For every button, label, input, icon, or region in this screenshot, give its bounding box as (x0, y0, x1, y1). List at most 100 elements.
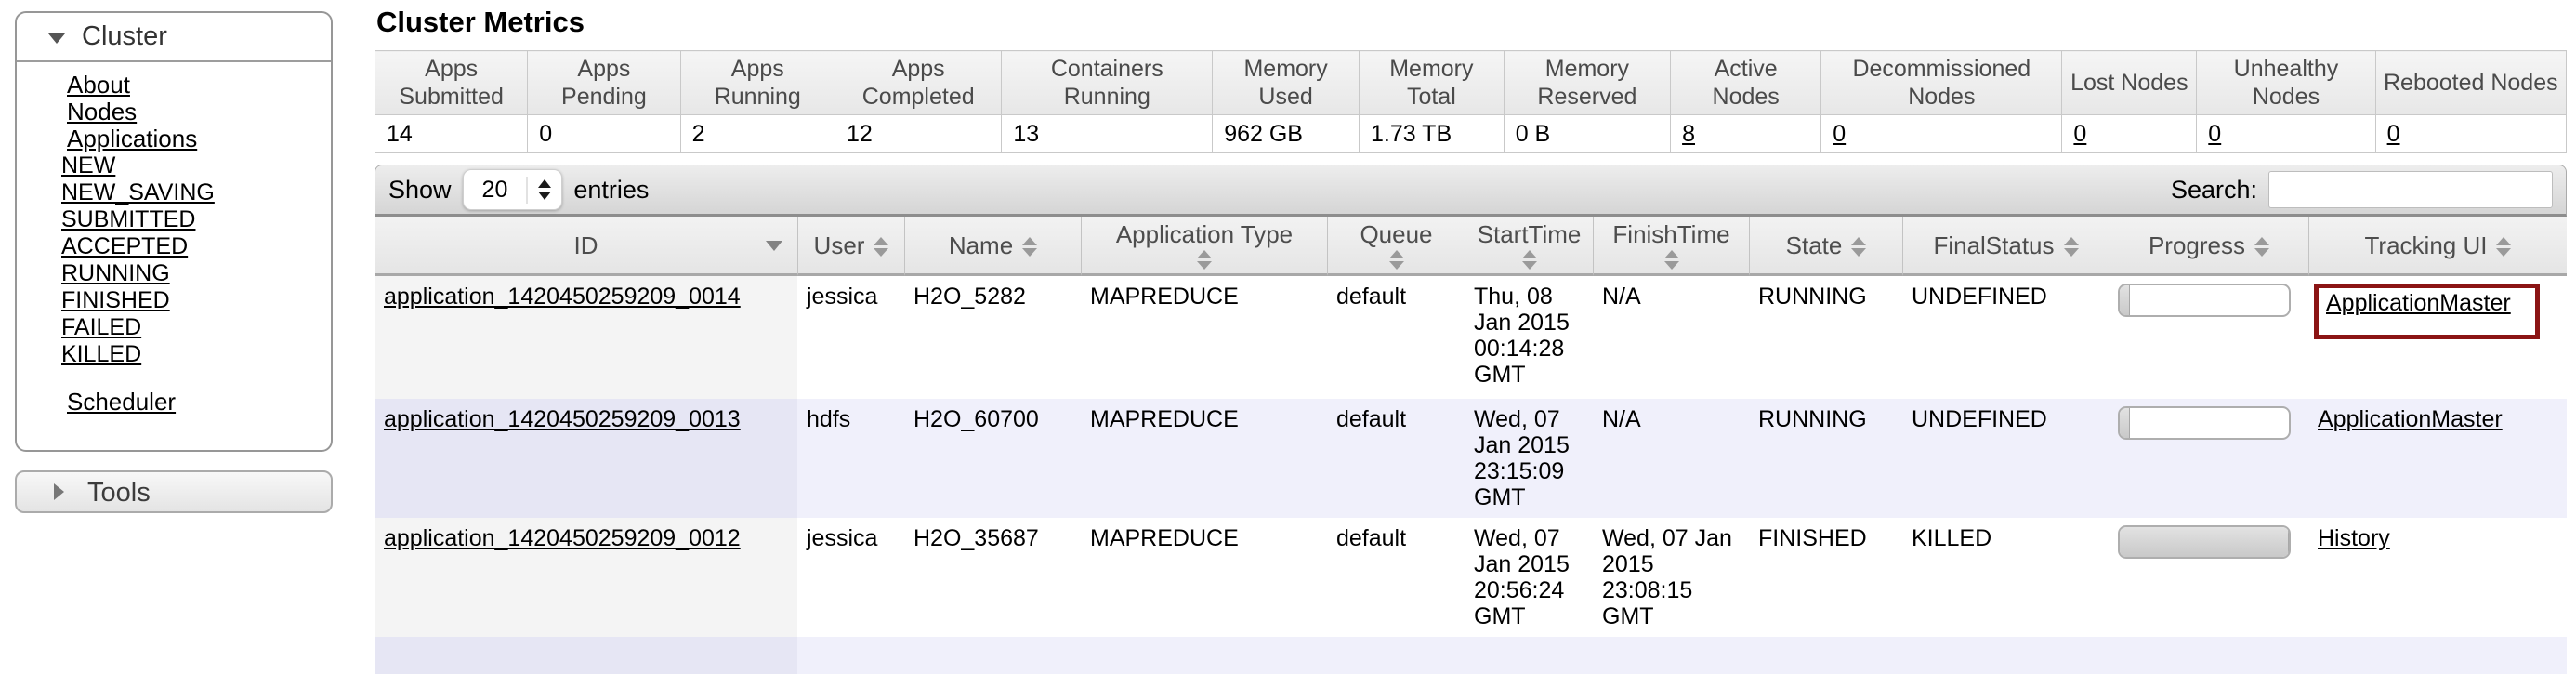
progress-bar (2118, 284, 2291, 317)
page-size-stepper[interactable]: 20 (463, 169, 563, 210)
running-link[interactable]: RUNNING (61, 260, 170, 286)
column-label: FinishTime (1612, 220, 1729, 248)
metric-value-active-nodes: 8 (1671, 115, 1821, 153)
column-label: Name (949, 231, 1013, 259)
cell-partial (1465, 637, 1593, 674)
cell-start-time: Wed, 07 Jan 2015 23:15:09 GMT (1465, 399, 1593, 518)
column-label: Progress (2149, 231, 2245, 259)
metric-link-active-nodes[interactable]: 8 (1682, 121, 1695, 147)
column-header-application-type[interactable]: Application Type (1081, 217, 1327, 276)
failed-link[interactable]: FAILED (61, 314, 141, 340)
tracking-ui-link[interactable]: History (2318, 525, 2390, 551)
metric-header-containers-running: Containers Running (1002, 51, 1213, 115)
nodes-link[interactable]: Nodes (67, 98, 137, 126)
sidebar: Cluster About Nodes Applications NEW NEW… (15, 11, 333, 513)
sidebar-item-new-saving: NEW_SAVING (61, 179, 331, 206)
application-id-link[interactable]: application_1420450259209_0014 (384, 284, 741, 310)
cell-state: RUNNING (1749, 399, 1902, 518)
column-header-state[interactable]: State (1749, 217, 1902, 276)
column-label: Queue (1360, 220, 1432, 248)
sidebar-item-nodes: Nodes (67, 99, 331, 126)
sidebar-item-accepted: ACCEPTED (61, 233, 331, 260)
column-label: StartTime (1478, 220, 1582, 248)
column-header-finalstatus[interactable]: FinalStatus (1902, 217, 2109, 276)
tools-panel-title: Tools (87, 478, 151, 508)
accepted-link[interactable]: ACCEPTED (61, 233, 188, 259)
cell-partial (1327, 637, 1465, 674)
metric-header-memory-reserved: Memory Reserved (1504, 51, 1670, 115)
cell-partial (797, 637, 904, 674)
show-entries-control: Show 20 entries (388, 169, 649, 210)
metrics-header-row: Apps SubmittedApps PendingApps RunningAp… (375, 51, 2567, 115)
cell-type: MAPREDUCE (1081, 518, 1327, 637)
metric-link-rebooted-nodes[interactable]: 0 (2387, 121, 2400, 147)
column-header-name[interactable]: Name (904, 217, 1081, 276)
scheduler-link[interactable]: Scheduler (67, 388, 176, 416)
cell-tracking-ui: ApplicationMaster (2308, 399, 2567, 518)
column-header-queue[interactable]: Queue (1327, 217, 1465, 276)
sort-both-icon (2496, 237, 2511, 257)
metric-link-lost-nodes[interactable]: 0 (2073, 121, 2086, 147)
about-link[interactable]: About (67, 71, 130, 99)
cell-partial (904, 637, 1081, 674)
column-header-id[interactable]: ID (375, 217, 797, 276)
metric-link-unhealthy-nodes[interactable]: 0 (2208, 121, 2221, 147)
killed-link[interactable]: KILLED (61, 341, 141, 367)
application-id-link[interactable]: application_1420450259209_0013 (384, 406, 741, 432)
column-header-starttime[interactable]: StartTime (1465, 217, 1593, 276)
finished-link[interactable]: FINISHED (61, 287, 170, 313)
sidebar-item-new: NEW (61, 152, 331, 179)
cluster-panel-header[interactable]: Cluster (17, 13, 331, 62)
metric-header-lost-nodes: Lost Nodes (2062, 51, 2197, 115)
cell-start-time: Wed, 07 Jan 2015 20:56:24 GMT (1465, 518, 1593, 637)
cluster-nav-bottom: Scheduler (17, 389, 331, 416)
cell-id: application_1420450259209_0014 (375, 276, 797, 399)
metric-header-apps-running: Apps Running (680, 51, 835, 115)
cell-tracking-ui: History (2308, 518, 2567, 637)
column-header-progress[interactable]: Progress (2109, 217, 2308, 276)
progress-bar-fill (2120, 408, 2130, 438)
new-saving-link[interactable]: NEW_SAVING (61, 179, 215, 205)
sidebar-item-finished: FINISHED (61, 287, 331, 314)
cell-id: application_1420450259209_0013 (375, 399, 797, 518)
sort-both-icon (2064, 237, 2079, 257)
cell-final-status: UNDEFINED (1902, 399, 2109, 518)
page-size-value: 20 (464, 177, 529, 204)
stepper-arrows-icon[interactable] (528, 179, 561, 200)
search-input[interactable] (2268, 171, 2553, 208)
cell-queue: default (1327, 399, 1465, 518)
applications-link[interactable]: Applications (67, 125, 197, 152)
tracking-ui-link[interactable]: ApplicationMaster (2318, 406, 2503, 432)
new-link[interactable]: NEW (61, 152, 115, 178)
progress-bar-fill (2120, 527, 2289, 557)
metric-value-decommissioned-nodes: 0 (1821, 115, 2062, 153)
tools-panel[interactable]: Tools (15, 470, 333, 513)
cell-partial (375, 637, 797, 674)
metric-link-decommissioned-nodes[interactable]: 0 (1833, 121, 1846, 147)
metric-value-memory-reserved: 0 B (1504, 115, 1670, 153)
sort-both-icon (1389, 250, 1404, 270)
column-header-tracking-ui[interactable]: Tracking UI (2308, 217, 2567, 276)
cell-start-time: Thu, 08 Jan 2015 00:14:28 GMT (1465, 276, 1593, 399)
cell-finish-time: N/A (1593, 276, 1749, 399)
cell-partial (2109, 637, 2308, 674)
table-controls-bar: Show 20 entries Search: (375, 165, 2567, 217)
expand-triangle-icon (54, 483, 64, 500)
cell-partial (2308, 637, 2567, 674)
sort-both-icon (1022, 237, 1037, 257)
sort-both-icon (1197, 250, 1212, 270)
cell-user: jessica (797, 518, 904, 637)
collapse-triangle-icon (48, 33, 65, 44)
tracking-ui-link[interactable]: ApplicationMaster (2326, 290, 2511, 316)
submitted-link[interactable]: SUBMITTED (61, 206, 195, 232)
column-header-finishtime[interactable]: FinishTime (1593, 217, 1749, 276)
cell-type: MAPREDUCE (1081, 276, 1327, 399)
search-control: Search: (2171, 171, 2553, 208)
cell-id: application_1420450259209_0012 (375, 518, 797, 637)
column-label: Tracking UI (2365, 231, 2488, 259)
application-id-link[interactable]: application_1420450259209_0012 (384, 525, 741, 551)
entries-label: entries (573, 176, 649, 205)
cell-name: H2O_60700 (904, 399, 1081, 518)
column-label: ID (574, 231, 598, 259)
column-header-user[interactable]: User (797, 217, 904, 276)
